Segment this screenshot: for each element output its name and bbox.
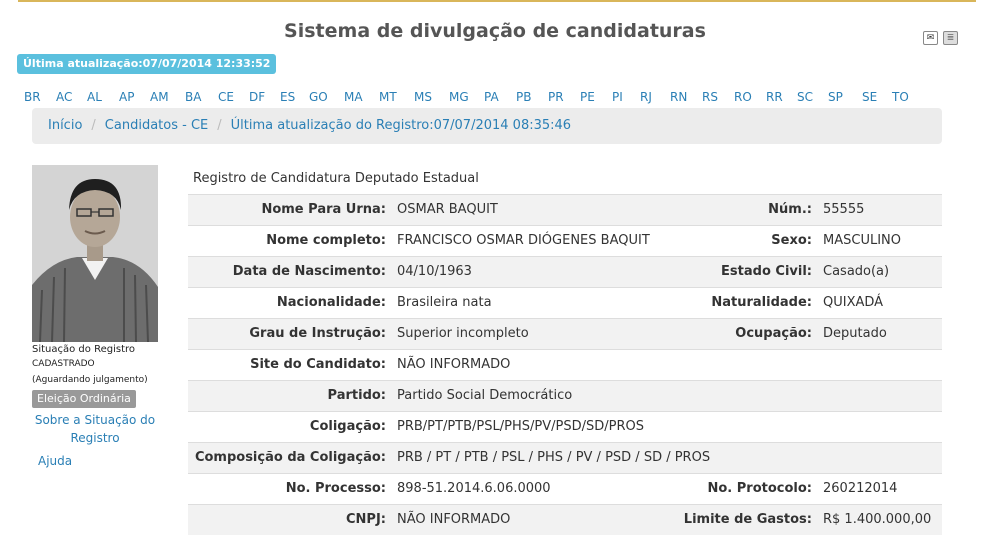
table-row: CNPJ: NÃO INFORMADO Limite de Gastos: R$ 1.…	[188, 504, 942, 535]
state-link-sc[interactable]: SC	[797, 90, 813, 104]
table-row: Data de Nascimento: 04/10/1963 Estado Civi…	[188, 256, 942, 287]
field-label: Limite de Gastos:	[683, 512, 812, 527]
table-row: Nome completo: FRANCISCO OSMAR DIÓGENES B…	[188, 225, 942, 256]
state-link-rj[interactable]: RJ	[640, 90, 652, 104]
field-value: Casado(a)	[823, 264, 890, 279]
state-link-pb[interactable]: PB	[516, 90, 531, 104]
page-title: Sistema de divulgação de candidaturas	[284, 20, 706, 42]
about-status-link[interactable]: Sobre a Situação do Registro	[32, 411, 158, 447]
field-value: 04/10/1963	[397, 264, 472, 279]
field-label: Partido:	[327, 388, 386, 403]
registration-heading: Registro de Candidatura Deputado Estadua…	[193, 171, 479, 186]
field-label: No. Processo:	[285, 481, 386, 496]
about-status-link-line2[interactable]: Registro	[70, 431, 119, 445]
state-link-mg[interactable]: MG	[449, 90, 469, 104]
state-link-rr[interactable]: RR	[766, 90, 783, 104]
header-icons: ✉ ≣	[923, 31, 963, 50]
table-row: Coligação: PRB/PT/PTB/PSL/PHS/PV/PSD/SD/P…	[188, 411, 942, 442]
state-link-es[interactable]: ES	[280, 90, 295, 104]
table-row: No. Processo: 898-51.2014.6.06.0000 No. Pr…	[188, 473, 942, 504]
state-link-pa[interactable]: PA	[484, 90, 499, 104]
state-link-df[interactable]: DF	[249, 90, 265, 104]
breadcrumb-separator: /	[217, 118, 222, 133]
field-label: Data de Nascimento:	[232, 264, 386, 279]
table-row: Site do Candidato: NÃO INFORMADO	[188, 349, 942, 380]
status-detail: (Aguardando julgamento)	[32, 375, 148, 385]
state-link-ce[interactable]: CE	[218, 90, 234, 104]
state-link-mt[interactable]: MT	[379, 90, 397, 104]
feed-icon[interactable]: ✉	[923, 31, 938, 45]
state-link-ro[interactable]: RO	[734, 90, 752, 104]
state-link-ac[interactable]: AC	[56, 90, 72, 104]
breadcrumb: Início / Candidatos - CE / Última atualizaçã…	[32, 108, 942, 144]
state-link-am[interactable]: AM	[150, 90, 169, 104]
field-value: NÃO INFORMADO	[397, 512, 511, 527]
field-value: 55555	[823, 202, 865, 217]
field-value: Deputado	[823, 326, 887, 341]
field-label: Nacionalidade:	[276, 295, 386, 310]
field-value: 898-51.2014.6.06.0000	[397, 481, 551, 496]
table-row: Composição da Coligação: PRB / PT / PTB /…	[188, 442, 942, 473]
state-link-br[interactable]: BR	[24, 90, 41, 104]
table-row: Nacionalidade: Brasileira nata Naturalidad…	[188, 287, 942, 318]
field-value: FRANCISCO OSMAR DIÓGENES BAQUIT	[397, 233, 650, 248]
state-link-sp[interactable]: SP	[828, 90, 843, 104]
field-label: Estado Civil:	[721, 264, 812, 279]
state-link-go[interactable]: GO	[309, 90, 328, 104]
about-status-link-line1[interactable]: Sobre a Situação do	[35, 413, 155, 427]
field-label: Ocupação:	[735, 326, 812, 341]
state-link-al[interactable]: AL	[87, 90, 102, 104]
field-value: QUIXADÁ	[823, 295, 884, 310]
table-row: Nome Para Urna: OSMAR BAQUIT Núm.: 55555	[188, 194, 942, 225]
last-update-badge: Última atualização:07/07/2014 12:33:52	[17, 54, 277, 74]
field-label: Grau de Instrução:	[249, 326, 386, 341]
table-row: Partido: Partido Social Democrático	[188, 380, 942, 411]
field-value: PRB / PT / PTB / PSL / PHS / PV / PSD / …	[397, 450, 711, 465]
field-label: Sexo:	[771, 233, 812, 248]
state-link-rn[interactable]: RN	[670, 90, 687, 104]
state-link-rs[interactable]: RS	[702, 90, 718, 104]
state-link-ma[interactable]: MA	[344, 90, 363, 104]
registration-table: Nome Para Urna: OSMAR BAQUIT Núm.: 55555 Nom…	[188, 194, 942, 535]
field-label: Site do Candidato:	[250, 357, 386, 372]
state-link-pr[interactable]: PR	[548, 90, 564, 104]
field-label: Nome Para Urna:	[261, 202, 386, 217]
state-link-ms[interactable]: MS	[414, 90, 432, 104]
state-link-ba[interactable]: BA	[185, 90, 201, 104]
field-value: Partido Social Democrático	[397, 388, 573, 403]
state-link-to[interactable]: TO	[892, 90, 909, 104]
status-value: CADASTRADO	[32, 359, 95, 369]
field-value: MASCULINO	[823, 233, 901, 248]
breadcrumb-separator: /	[91, 118, 96, 133]
field-label: Naturalidade:	[711, 295, 812, 310]
field-value: 260212014	[823, 481, 898, 496]
field-value: Brasileira nata	[397, 295, 492, 310]
state-link-se[interactable]: SE	[862, 90, 877, 104]
field-label: Núm.:	[768, 202, 812, 217]
print-icon[interactable]: ≣	[943, 31, 958, 45]
field-label: No. Protocolo:	[707, 481, 812, 496]
breadcrumb-home[interactable]: Início	[48, 118, 82, 133]
field-value: OSMAR BAQUIT	[397, 202, 498, 217]
breadcrumb-record-update[interactable]: Última atualização do Registro:07/07/201…	[231, 118, 571, 133]
state-link-ap[interactable]: AP	[119, 90, 134, 104]
field-label: Nome completo:	[266, 233, 386, 248]
help-link[interactable]: Ajuda	[38, 452, 72, 470]
election-badge: Eleição Ordinária	[32, 390, 136, 408]
field-label: Coligação:	[309, 419, 386, 434]
field-value: PRB/PT/PTB/PSL/PHS/PV/PSD/SD/PROS	[397, 419, 644, 434]
field-value: NÃO INFORMADO	[397, 357, 511, 372]
status-label: Situação do Registro	[32, 344, 135, 355]
candidate-photo	[32, 165, 158, 342]
top-rule	[18, 0, 976, 2]
field-value: R$ 1.400.000,00	[823, 512, 932, 527]
field-value: Superior incompleto	[397, 326, 529, 341]
state-link-pe[interactable]: PE	[580, 90, 595, 104]
field-label: Composição da Coligação:	[194, 450, 386, 465]
table-row: Grau de Instrução: Superior incompleto Ocu…	[188, 318, 942, 349]
field-label: CNPJ:	[346, 512, 386, 527]
breadcrumb-candidates[interactable]: Candidatos - CE	[105, 118, 208, 133]
state-link-pi[interactable]: PI	[612, 90, 623, 104]
